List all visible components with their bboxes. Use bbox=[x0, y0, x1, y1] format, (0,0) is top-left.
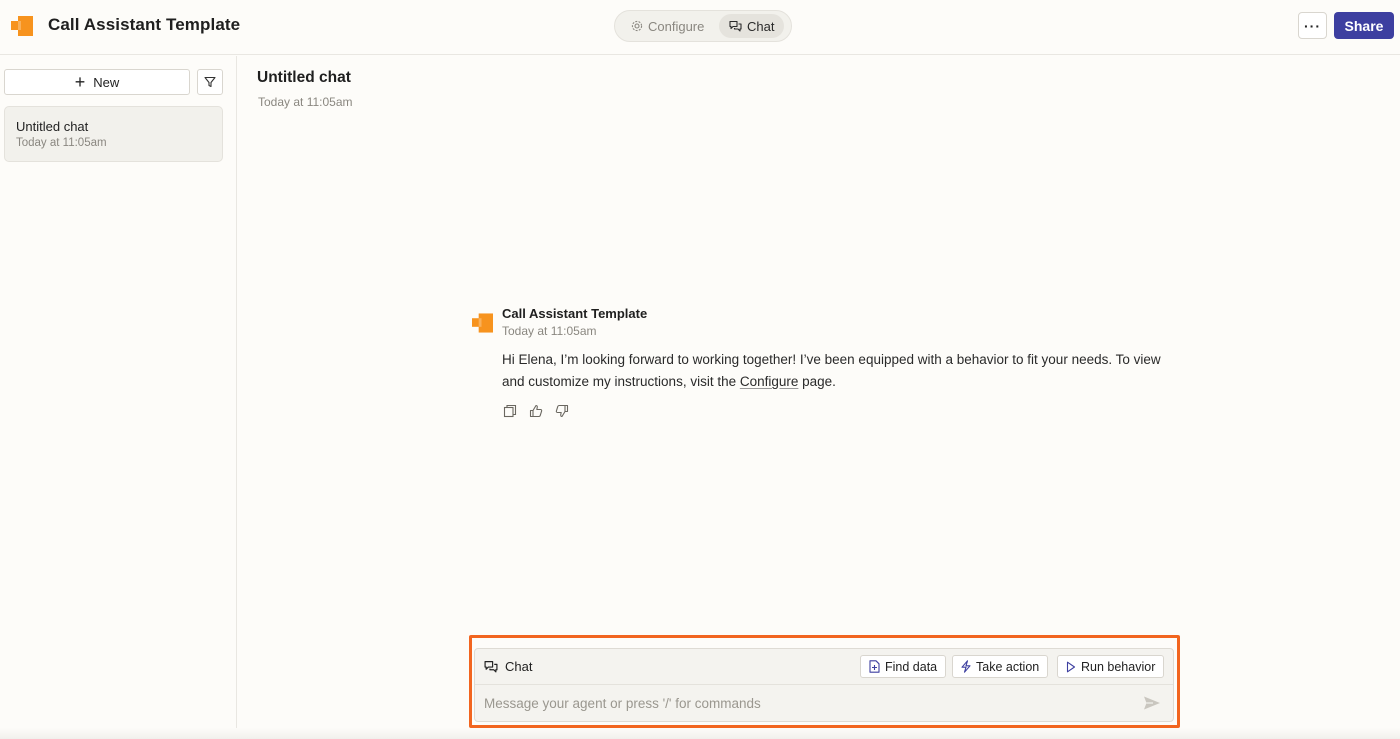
filter-button[interactable] bbox=[197, 69, 223, 95]
tab-configure-label: Configure bbox=[648, 18, 705, 34]
composer-mode-label: Chat bbox=[484, 659, 532, 674]
send-icon[interactable] bbox=[1143, 695, 1161, 711]
message-body: Hi Elena, I’m looking forward to working… bbox=[502, 349, 1162, 393]
plus-icon: + bbox=[74, 72, 86, 92]
agent-avatar bbox=[472, 313, 493, 333]
copy-button[interactable] bbox=[503, 404, 517, 418]
thumbs-up-icon bbox=[529, 404, 543, 418]
play-icon bbox=[1066, 661, 1076, 672]
message-text-end: page. bbox=[798, 374, 836, 389]
share-button[interactable]: Share bbox=[1334, 12, 1394, 39]
composer-toolbar: Chat Find data Take action Run behavior bbox=[475, 649, 1173, 685]
new-chat-label: New bbox=[93, 74, 120, 90]
take-action-label: Take action bbox=[976, 659, 1040, 674]
chat-bubbles-icon bbox=[484, 661, 498, 673]
copy-icon bbox=[503, 404, 517, 418]
lightning-icon bbox=[961, 660, 971, 673]
message-actions bbox=[503, 404, 569, 418]
tab-chat[interactable]: Chat bbox=[719, 14, 785, 38]
thumbs-up-button[interactable] bbox=[529, 404, 543, 418]
app-title: Call Assistant Template bbox=[48, 15, 241, 34]
run-behavior-label: Run behavior bbox=[1081, 659, 1156, 674]
more-icon: ··· bbox=[1304, 17, 1321, 34]
thumbs-down-button[interactable] bbox=[555, 404, 569, 418]
tab-configure[interactable]: Configure bbox=[621, 14, 714, 38]
message-timestamp: Today at 11:05am bbox=[502, 324, 597, 338]
sidebar: + New Untitled chat Today at 11:05am bbox=[0, 56, 237, 739]
run-behavior-button[interactable]: Run behavior bbox=[1057, 655, 1165, 678]
top-bar: Call Assistant Template Configure Chat ·… bbox=[0, 0, 1400, 55]
find-data-button[interactable]: Find data bbox=[860, 655, 947, 678]
chat-bubbles-icon bbox=[729, 20, 742, 32]
mode-switch: Configure Chat bbox=[614, 10, 792, 42]
tab-chat-label: Chat bbox=[747, 18, 775, 34]
thumbs-down-icon bbox=[555, 404, 569, 418]
message-sender: Call Assistant Template bbox=[502, 306, 648, 321]
sidebar-chat-time: Today at 11:05am bbox=[16, 137, 107, 149]
take-action-button[interactable]: Take action bbox=[952, 655, 1049, 678]
document-search-icon bbox=[869, 660, 880, 673]
sidebar-chat-item[interactable]: Untitled chat Today at 11:05am bbox=[4, 106, 223, 162]
more-options-button[interactable]: ··· bbox=[1298, 12, 1327, 39]
filter-icon bbox=[204, 76, 216, 88]
find-data-label: Find data bbox=[885, 659, 938, 674]
gear-icon bbox=[631, 20, 643, 32]
chat-timestamp: Today at 11:05am bbox=[258, 95, 353, 109]
sidebar-chat-title: Untitled chat bbox=[16, 119, 89, 134]
chat-title: Untitled chat bbox=[257, 69, 351, 86]
new-chat-button[interactable]: + New bbox=[4, 69, 190, 95]
composer-label-text: Chat bbox=[505, 659, 533, 674]
message-composer: Chat Find data Take action Run behavior bbox=[474, 648, 1174, 722]
app-logo bbox=[11, 16, 33, 36]
configure-link[interactable]: Configure bbox=[740, 374, 799, 389]
bottom-fade bbox=[0, 728, 1400, 739]
message-input[interactable] bbox=[475, 686, 1135, 721]
